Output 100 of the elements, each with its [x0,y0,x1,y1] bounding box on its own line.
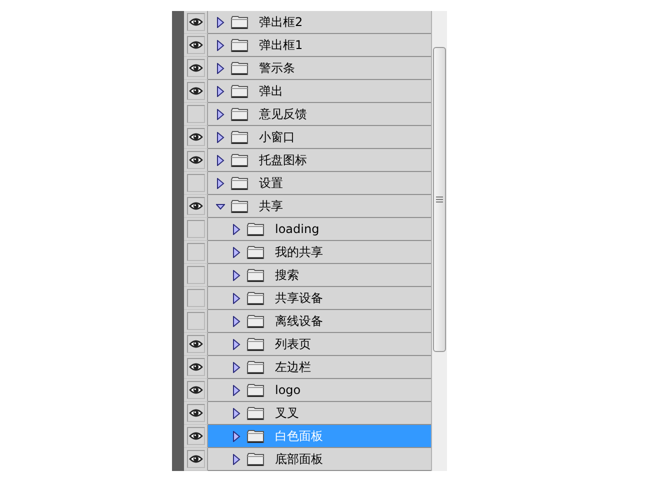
layer-group-row[interactable]: 设置 [208,172,431,195]
folder-icon [231,38,248,52]
visibility-toggle[interactable] [186,427,204,445]
layer-name: loading [275,222,320,236]
visibility-toggle[interactable] [186,243,204,261]
layer-name: 我的共享 [275,244,323,260]
expand-arrow-icon[interactable] [232,224,241,234]
layer-group-row[interactable]: 底部面板 [208,448,431,471]
expand-arrow-icon[interactable] [232,246,241,258]
layer-group-row[interactable]: 意见反馈 [208,103,431,126]
layer-name: 弹出 [259,82,283,100]
expand-arrow-icon[interactable] [216,154,225,166]
folder-icon [247,430,264,442]
eye-icon [188,362,202,372]
expand-arrow-icon[interactable] [232,454,241,464]
layer-group-row[interactable]: 共享设备 [208,287,431,310]
expand-arrow-icon[interactable] [216,178,225,188]
visibility-toggle[interactable] [186,197,204,215]
layer-group-row[interactable]: loading [208,218,431,241]
layer-group-row[interactable]: 警示条 [208,57,431,80]
layer-group-row[interactable]: 弹出 [208,80,431,103]
expand-arrow-icon[interactable] [216,86,225,96]
eye-icon [188,408,202,418]
layer-group-row[interactable]: 左边栏 [208,356,431,379]
expand-arrow-icon[interactable] [232,292,241,304]
layer-group-row[interactable]: 弹出框1 [208,34,431,57]
folder-icon [231,108,248,120]
eye-icon [188,63,202,73]
eye-icon [188,17,202,27]
layer-group-row[interactable]: 弹出框2 [208,11,431,34]
layer-name: 设置 [259,174,283,192]
folder-icon [247,314,264,328]
visibility-toggle[interactable] [186,358,204,376]
visibility-toggle[interactable] [186,82,204,100]
eye-icon [188,201,202,211]
folder-icon [231,200,248,212]
expand-arrow-icon[interactable] [216,132,225,142]
folder-icon [247,268,264,282]
layer-group-row[interactable]: 列表页 [208,333,431,356]
eye-icon [188,40,202,50]
visibility-toggle[interactable] [186,13,204,31]
visibility-toggle[interactable] [186,335,204,353]
layer-group-row[interactable]: 离线设备 [208,310,431,333]
visibility-toggle[interactable] [186,220,204,238]
expand-arrow-icon[interactable] [232,338,241,350]
expand-arrow-icon[interactable] [216,108,225,120]
expand-arrow-icon[interactable] [232,384,241,396]
visibility-toggle[interactable] [186,174,204,192]
layer-name: 列表页 [275,336,311,352]
layer-name: 白色面板 [275,428,323,444]
expand-arrow-icon[interactable] [216,62,225,74]
folder-icon [231,130,248,144]
folder-icon [247,384,264,396]
expand-arrow-icon[interactable] [232,430,241,442]
visibility-toggle[interactable] [186,105,204,123]
folder-icon [247,452,264,466]
layer-name: 搜索 [275,266,299,284]
visibility-toggle[interactable] [186,36,204,54]
layer-name: 弹出框1 [259,36,303,54]
eye-icon [188,132,202,142]
expand-arrow-icon[interactable] [232,408,241,418]
eye-icon [188,86,202,96]
layer-name: 离线设备 [275,312,323,330]
folder-icon [247,406,264,420]
folder-icon [231,62,248,74]
folder-icon [247,338,264,350]
folder-icon [231,84,248,98]
layer-name: 意见反馈 [259,106,307,122]
eye-icon [188,339,202,349]
eye-icon [188,431,202,441]
layer-group-row[interactable]: 托盘图标 [208,149,431,172]
visibility-toggle[interactable] [186,151,204,169]
eye-icon [188,155,202,165]
layer-group-row[interactable]: logo [208,379,431,402]
layer-group-row[interactable]: 小窗口 [208,126,431,149]
layer-group-row[interactable]: 搜索 [208,264,431,287]
visibility-toggle[interactable] [186,289,204,307]
layer-name: 警示条 [259,60,295,76]
folder-icon [247,222,264,236]
visibility-toggle[interactable] [186,381,204,399]
layer-name: 托盘图标 [259,152,307,168]
expand-arrow-icon[interactable] [232,270,241,280]
layer-name: 小窗口 [259,128,295,146]
visibility-toggle[interactable] [186,404,204,422]
expand-arrow-icon[interactable] [232,362,241,372]
visibility-toggle[interactable] [186,266,204,284]
scrollbar-thumb[interactable] [433,47,446,352]
expand-arrow-icon[interactable] [232,316,241,326]
layer-name: 共享 [259,198,283,214]
eye-icon [188,454,202,464]
layer-group-row[interactable]: 共享 [208,195,431,218]
layer-group-row[interactable]: 我的共享 [208,241,431,264]
folder-icon [247,292,264,304]
visibility-toggle[interactable] [186,450,204,468]
layer-name: 左边栏 [275,358,311,376]
visibility-toggle[interactable] [186,128,204,146]
expand-arrow-icon[interactable] [216,16,225,28]
visibility-toggle[interactable] [186,312,204,330]
visibility-toggle[interactable] [186,59,204,77]
expand-arrow-icon[interactable] [216,40,225,50]
